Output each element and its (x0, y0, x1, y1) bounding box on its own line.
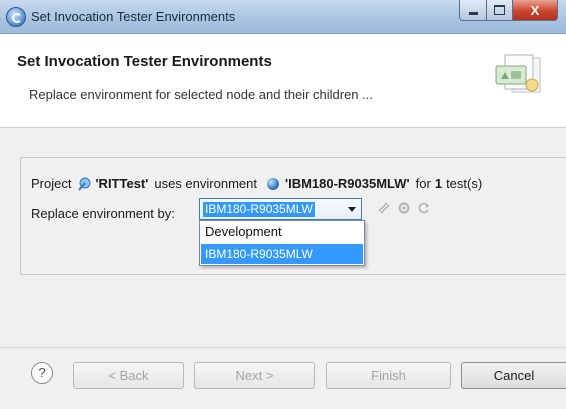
button-bar-separator (0, 347, 566, 348)
project-prefix: Project (31, 176, 72, 191)
wizard-banner-icon (495, 54, 541, 93)
page-title: Set Invocation Tester Environments (17, 53, 272, 70)
window-title: Set Invocation Tester Environments (31, 9, 236, 24)
link-icon[interactable] (377, 201, 391, 215)
help-button[interactable]: ? (31, 362, 53, 384)
minimize-icon (468, 11, 478, 15)
window-controls: X (459, 0, 558, 22)
test-count: 1 (434, 176, 443, 191)
environment-select-value: IBM180-R9035MLW (203, 202, 315, 217)
environment-select[interactable]: IBM180-R9035MLW (199, 198, 362, 220)
chevron-down-icon[interactable] (348, 207, 356, 212)
uses-text: uses environment (154, 176, 257, 191)
dropdown-option-ibm180[interactable]: IBM180-R9035MLW (201, 244, 363, 264)
environment-dropdown-list: Development IBM180-R9035MLW (199, 220, 365, 266)
app-icon (6, 7, 26, 27)
dialog-window: Set Invocation Tester Environments X Set… (0, 0, 566, 409)
cancel-button[interactable]: Cancel (461, 362, 566, 389)
refresh-icon[interactable] (417, 201, 431, 215)
title-bar[interactable]: Set Invocation Tester Environments X (0, 0, 566, 34)
finish-button[interactable]: Finish (326, 362, 451, 389)
page-description: Replace environment for selected node an… (29, 87, 373, 102)
project-icon (78, 177, 91, 191)
back-button[interactable]: < Back (73, 362, 184, 389)
close-button[interactable]: X (513, 0, 558, 21)
dropdown-option-development[interactable]: Development (201, 222, 363, 242)
project-name: 'RITTest' (95, 176, 149, 191)
close-icon: X (530, 2, 540, 18)
settings-icon[interactable] (397, 201, 411, 215)
wizard-header: Set Invocation Tester Environments Repla… (0, 34, 566, 128)
replace-label: Replace environment by: (31, 206, 175, 221)
environment-name: 'IBM180-R9035MLW' (284, 176, 410, 191)
environment-tools (377, 201, 431, 215)
for-text: for (415, 176, 431, 191)
minimize-button[interactable] (459, 0, 487, 21)
environment-group: Project 'RITTest' uses environment 'IBM1… (20, 157, 566, 275)
maximize-icon (494, 5, 505, 15)
next-button[interactable]: Next > (194, 362, 315, 389)
maximize-button[interactable] (487, 0, 513, 21)
environment-icon (266, 177, 279, 190)
tests-suffix: test(s) (446, 176, 483, 191)
environment-info-line: Project 'RITTest' uses environment 'IBM1… (31, 176, 482, 191)
